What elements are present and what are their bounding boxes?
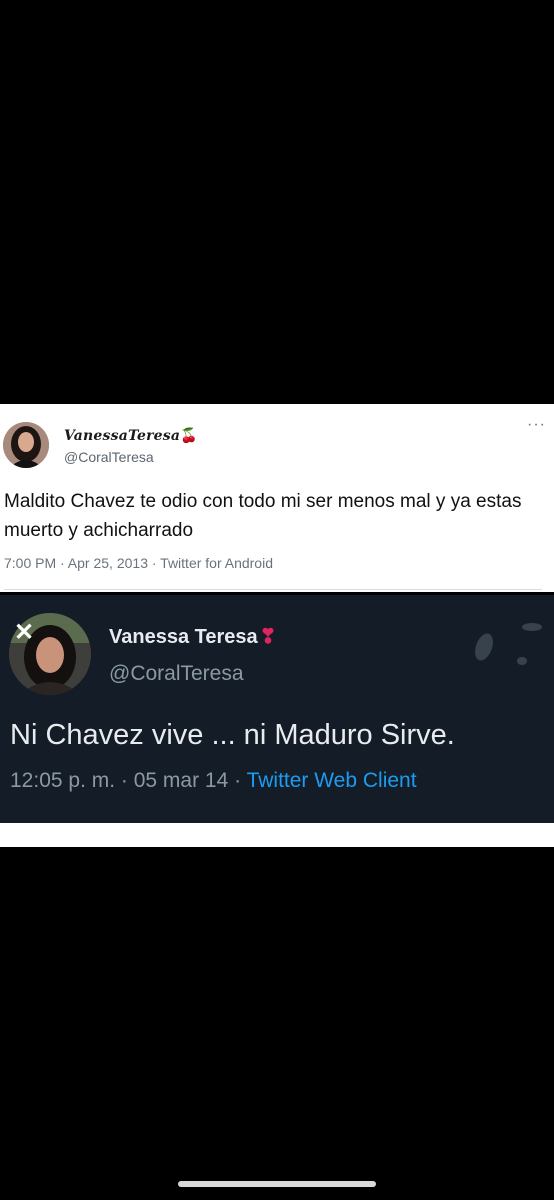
close-icon[interactable]: ✕: [14, 621, 34, 645]
tweet-text: Maldito Chavez te odio con todo mi ser m…: [4, 491, 522, 541]
display-name[interactable]: Vanessa Teresa ❣: [109, 624, 276, 649]
handle[interactable]: @CoralTeresa: [64, 449, 154, 465]
home-indicator[interactable]: [178, 1181, 376, 1187]
avatar[interactable]: [3, 422, 49, 468]
tweet-text: Ni Chavez vive ... ni Maduro Sirve.: [10, 719, 455, 751]
more-options-icon[interactable]: ···: [527, 417, 546, 433]
tweet-client-link[interactable]: Twitter Web Client: [247, 769, 417, 792]
tweet-meta: 12:05 p. m. · 05 mar 14 · Twitter Web Cl…: [10, 769, 417, 793]
background-decoration-icon: [475, 623, 542, 665]
handle[interactable]: @CoralTeresa: [109, 662, 244, 686]
tweet-timestamp: 12:05 p. m. · 05 mar 14 ·: [10, 769, 247, 792]
tweet-meta: 7:00 PM · Apr 25, 2013 · Twitter for And…: [4, 555, 273, 571]
display-name[interactable]: VanessaTeresa🍒: [64, 428, 198, 444]
light-tweet-card: VanessaTeresa🍒 @CoralTeresa ··· Maldito …: [0, 404, 554, 592]
cherry-icon: 🍒: [180, 428, 198, 444]
heart-exclamation-icon: ❣: [259, 626, 277, 648]
light-strip: [0, 823, 554, 847]
divider: [4, 589, 542, 590]
dark-tweet-card: ✕ Vanessa Teresa ❣ @CoralTeresa Ni Chavez…: [0, 595, 554, 823]
